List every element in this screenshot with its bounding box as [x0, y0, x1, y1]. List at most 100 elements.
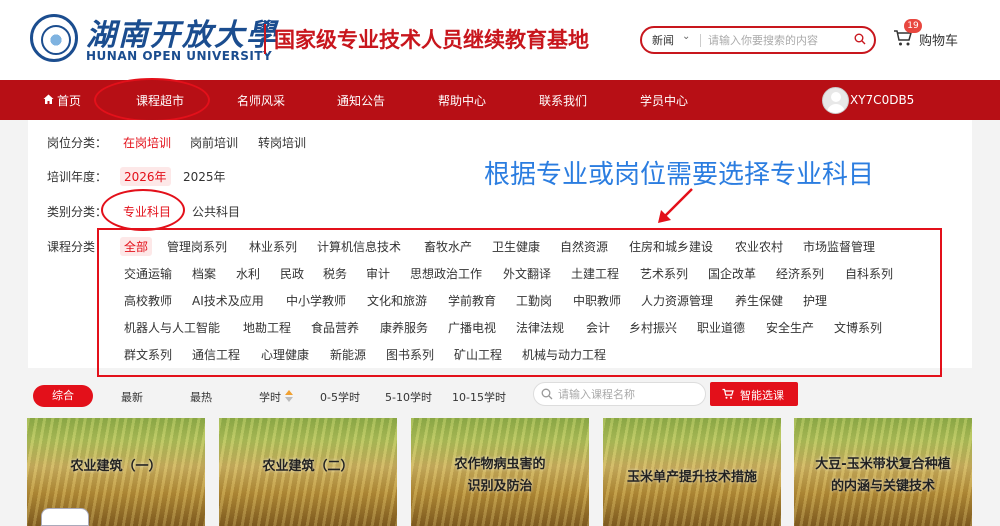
- course-category-option[interactable]: 人力资源管理: [641, 292, 713, 309]
- course-category-option[interactable]: 工勤岗: [516, 292, 552, 309]
- course-category-option[interactable]: 新能源: [330, 346, 366, 363]
- course-category-option[interactable]: 民政: [280, 265, 304, 282]
- course-category-option[interactable]: 土建工程: [571, 265, 619, 282]
- course-category-option[interactable]: 乡村振兴: [629, 319, 677, 336]
- course-category-option[interactable]: 护理: [803, 292, 827, 309]
- chevron-down-icon[interactable]: ⌄: [682, 31, 690, 42]
- course-category-option[interactable]: 全部: [120, 237, 153, 256]
- filter-label-position: 岗位分类：: [47, 136, 108, 150]
- sort-option-hours[interactable]: 学时: [259, 389, 281, 405]
- course-card-title: 农作物病虫害的 识别及防治: [411, 454, 589, 498]
- course-category-option[interactable]: 地勘工程: [243, 319, 291, 336]
- course-category-option[interactable]: 审计: [366, 265, 390, 282]
- filter-option-year[interactable]: 2025年: [183, 168, 226, 185]
- course-card[interactable]: 玉米单产提升技术措施: [603, 418, 781, 526]
- nav-item-student-center[interactable]: 学员中心: [640, 92, 688, 109]
- site-search: 新闻 ⌄: [640, 26, 876, 54]
- course-category-option[interactable]: 广播电视: [448, 319, 496, 336]
- sort-option-comprehensive[interactable]: 综合: [33, 385, 93, 407]
- filter-option-position[interactable]: 在岗培训: [123, 134, 171, 151]
- filter-option-category[interactable]: 公共科目: [192, 203, 240, 220]
- course-category-option[interactable]: 畜牧水产: [424, 238, 472, 255]
- course-category-option[interactable]: 矿山工程: [454, 346, 502, 363]
- course-card-title: 玉米单产提升技术措施: [603, 467, 781, 489]
- course-search-input[interactable]: [558, 387, 698, 401]
- course-category-option[interactable]: 住房和城乡建设: [629, 238, 713, 255]
- logo-divider: [264, 24, 266, 54]
- site-slogan: 国家级专业技术人员继续教育基地: [274, 28, 589, 52]
- search-input[interactable]: [708, 32, 848, 48]
- course-card[interactable]: 农业建筑（一）: [27, 418, 205, 526]
- search-icon[interactable]: [541, 388, 553, 400]
- course-category-option[interactable]: 管理岗系列: [167, 238, 227, 255]
- course-category-option[interactable]: 艺术系列: [640, 265, 688, 282]
- course-title-line: 玉米单产提升技术措施: [626, 470, 757, 485]
- course-category-option[interactable]: 计算机信息技术: [317, 238, 401, 255]
- course-category-option[interactable]: 群文系列: [124, 346, 172, 363]
- smart-select-button[interactable]: 智能选课: [710, 382, 798, 406]
- course-card[interactable]: 农业建筑（二）: [219, 418, 397, 526]
- course-category-option[interactable]: 机械与动力工程: [522, 346, 606, 363]
- course-category-option[interactable]: 机器人与人工智能: [124, 319, 220, 336]
- search-icon[interactable]: [854, 33, 866, 45]
- course-category-option[interactable]: 高校教师: [124, 292, 172, 309]
- filter-hours-0-5[interactable]: 0-5学时: [320, 389, 360, 405]
- filter-hours-10-15[interactable]: 10-15学时: [452, 389, 506, 405]
- course-category-option[interactable]: 会计: [586, 319, 610, 336]
- avatar[interactable]: [822, 87, 849, 114]
- nav-item-teachers[interactable]: 名师风采: [237, 92, 285, 109]
- nav-item-contact[interactable]: 联系我们: [539, 92, 587, 109]
- course-category-option[interactable]: 安全生产: [766, 319, 814, 336]
- logo-english-name[interactable]: HUNAN OPEN UNIVERSITY: [86, 49, 272, 63]
- cart-label: 购物车: [919, 34, 959, 49]
- course-category-option[interactable]: 农业农村: [735, 238, 783, 255]
- course-card[interactable]: 农作物病虫害的 识别及防治: [411, 418, 589, 526]
- course-category-option[interactable]: 卫生健康: [492, 238, 540, 255]
- course-category-option[interactable]: 中职教师: [573, 292, 621, 309]
- annotation-circle-category: [101, 189, 185, 231]
- filter-hours-5-10[interactable]: 5-10学时: [385, 389, 432, 405]
- nav-item-help[interactable]: 帮助中心: [438, 92, 486, 109]
- course-category-option[interactable]: 市场监督管理: [803, 238, 875, 255]
- course-category-option[interactable]: 文化和旅游: [367, 292, 427, 309]
- university-seal-logo[interactable]: [30, 14, 78, 62]
- nav-item-notices[interactable]: 通知公告: [337, 92, 385, 109]
- logo-chinese-name[interactable]: 湖南开放大學: [86, 10, 278, 54]
- home-icon[interactable]: [43, 94, 54, 105]
- course-category-option[interactable]: 外文翻译: [503, 265, 551, 282]
- filter-option-year[interactable]: 2026年: [120, 167, 171, 186]
- course-category-option[interactable]: 经济系列: [776, 265, 824, 282]
- nav-item-home[interactable]: 首页: [57, 92, 81, 109]
- course-category-option[interactable]: 思想政治工作: [410, 265, 482, 282]
- course-category-option[interactable]: 康养服务: [380, 319, 428, 336]
- sort-option-newest[interactable]: 最新: [121, 389, 143, 405]
- course-category-option[interactable]: 中小学教师: [286, 292, 346, 309]
- course-category-option[interactable]: 图书系列: [386, 346, 434, 363]
- search-category-select[interactable]: 新闻: [652, 32, 674, 48]
- course-category-option[interactable]: 心理健康: [261, 346, 309, 363]
- course-category-option[interactable]: 法律法规: [516, 319, 564, 336]
- filter-option-position[interactable]: 转岗培训: [258, 134, 306, 151]
- course-card[interactable]: 大豆-玉米带状复合种植 的内涵与关键技术: [794, 418, 972, 526]
- course-category-option[interactable]: 自然资源: [560, 238, 608, 255]
- course-category-option[interactable]: 学前教育: [448, 292, 496, 309]
- course-category-option[interactable]: 林业系列: [249, 238, 297, 255]
- course-category-option[interactable]: AI技术及应用: [192, 292, 264, 309]
- user-id[interactable]: XY7C0DB5: [850, 93, 914, 107]
- course-category-option[interactable]: 交通运输: [124, 265, 172, 282]
- course-category-option[interactable]: 文博系列: [834, 319, 882, 336]
- course-category-option[interactable]: 养生保健: [735, 292, 783, 309]
- course-category-option[interactable]: 水利: [236, 265, 260, 282]
- course-category-option[interactable]: 档案: [192, 265, 216, 282]
- course-category-option[interactable]: 税务: [323, 265, 347, 282]
- sort-arrows-icon[interactable]: [285, 390, 293, 402]
- course-category-option[interactable]: 国企改革: [708, 265, 756, 282]
- course-category-option[interactable]: 食品营养: [311, 319, 359, 336]
- filter-option-position[interactable]: 岗前培训: [190, 134, 238, 151]
- cart-button[interactable]: 19 购物车: [893, 19, 973, 50]
- sort-option-hottest[interactable]: 最热: [190, 389, 212, 405]
- course-category-option[interactable]: 通信工程: [192, 346, 240, 363]
- filter-label-year: 培训年度：: [47, 170, 108, 184]
- course-category-option[interactable]: 自科系列: [845, 265, 893, 282]
- course-category-option[interactable]: 职业道德: [697, 319, 745, 336]
